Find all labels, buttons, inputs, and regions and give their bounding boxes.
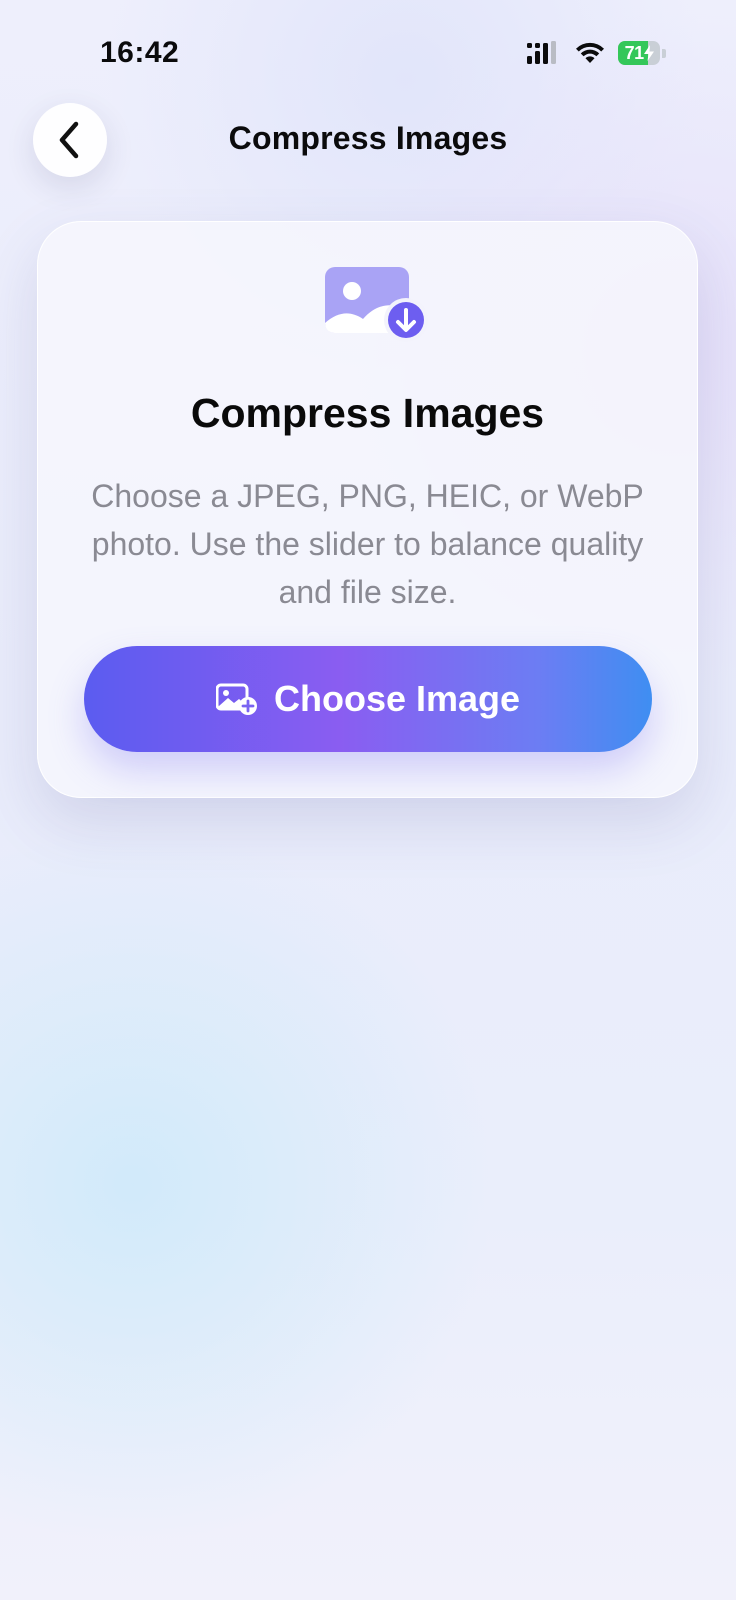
status-bar: 16:42 71 [0,0,736,100]
battery-percentage-text: 71 [624,42,645,63]
battery-cap [662,48,666,58]
card-title: Compress Images [190,390,545,436]
page-title: Compress Images [228,120,508,156]
image-download-icon [325,267,428,342]
battery-percentage: 71 [618,41,660,65]
wifi-icon [576,42,604,63]
compress-card: Compress Images Choose a JPEG, PNG, HEIC… [37,221,698,798]
battery-charging-icon: 71 [618,41,666,65]
photo-add-icon [215,683,257,715]
choose-image-button[interactable]: Choose Image [84,646,652,752]
choose-image-button-label: Choose Image [273,678,521,719]
charging-bolt-icon [643,45,654,61]
cellular-signal-icon [527,41,556,64]
card-description: Choose a JPEG, PNG, HEIC, or WebP photo.… [91,478,644,610]
status-indicators: 71 [526,38,666,68]
status-time: 16:42 [100,36,180,69]
battery-body: 71 [618,41,661,65]
